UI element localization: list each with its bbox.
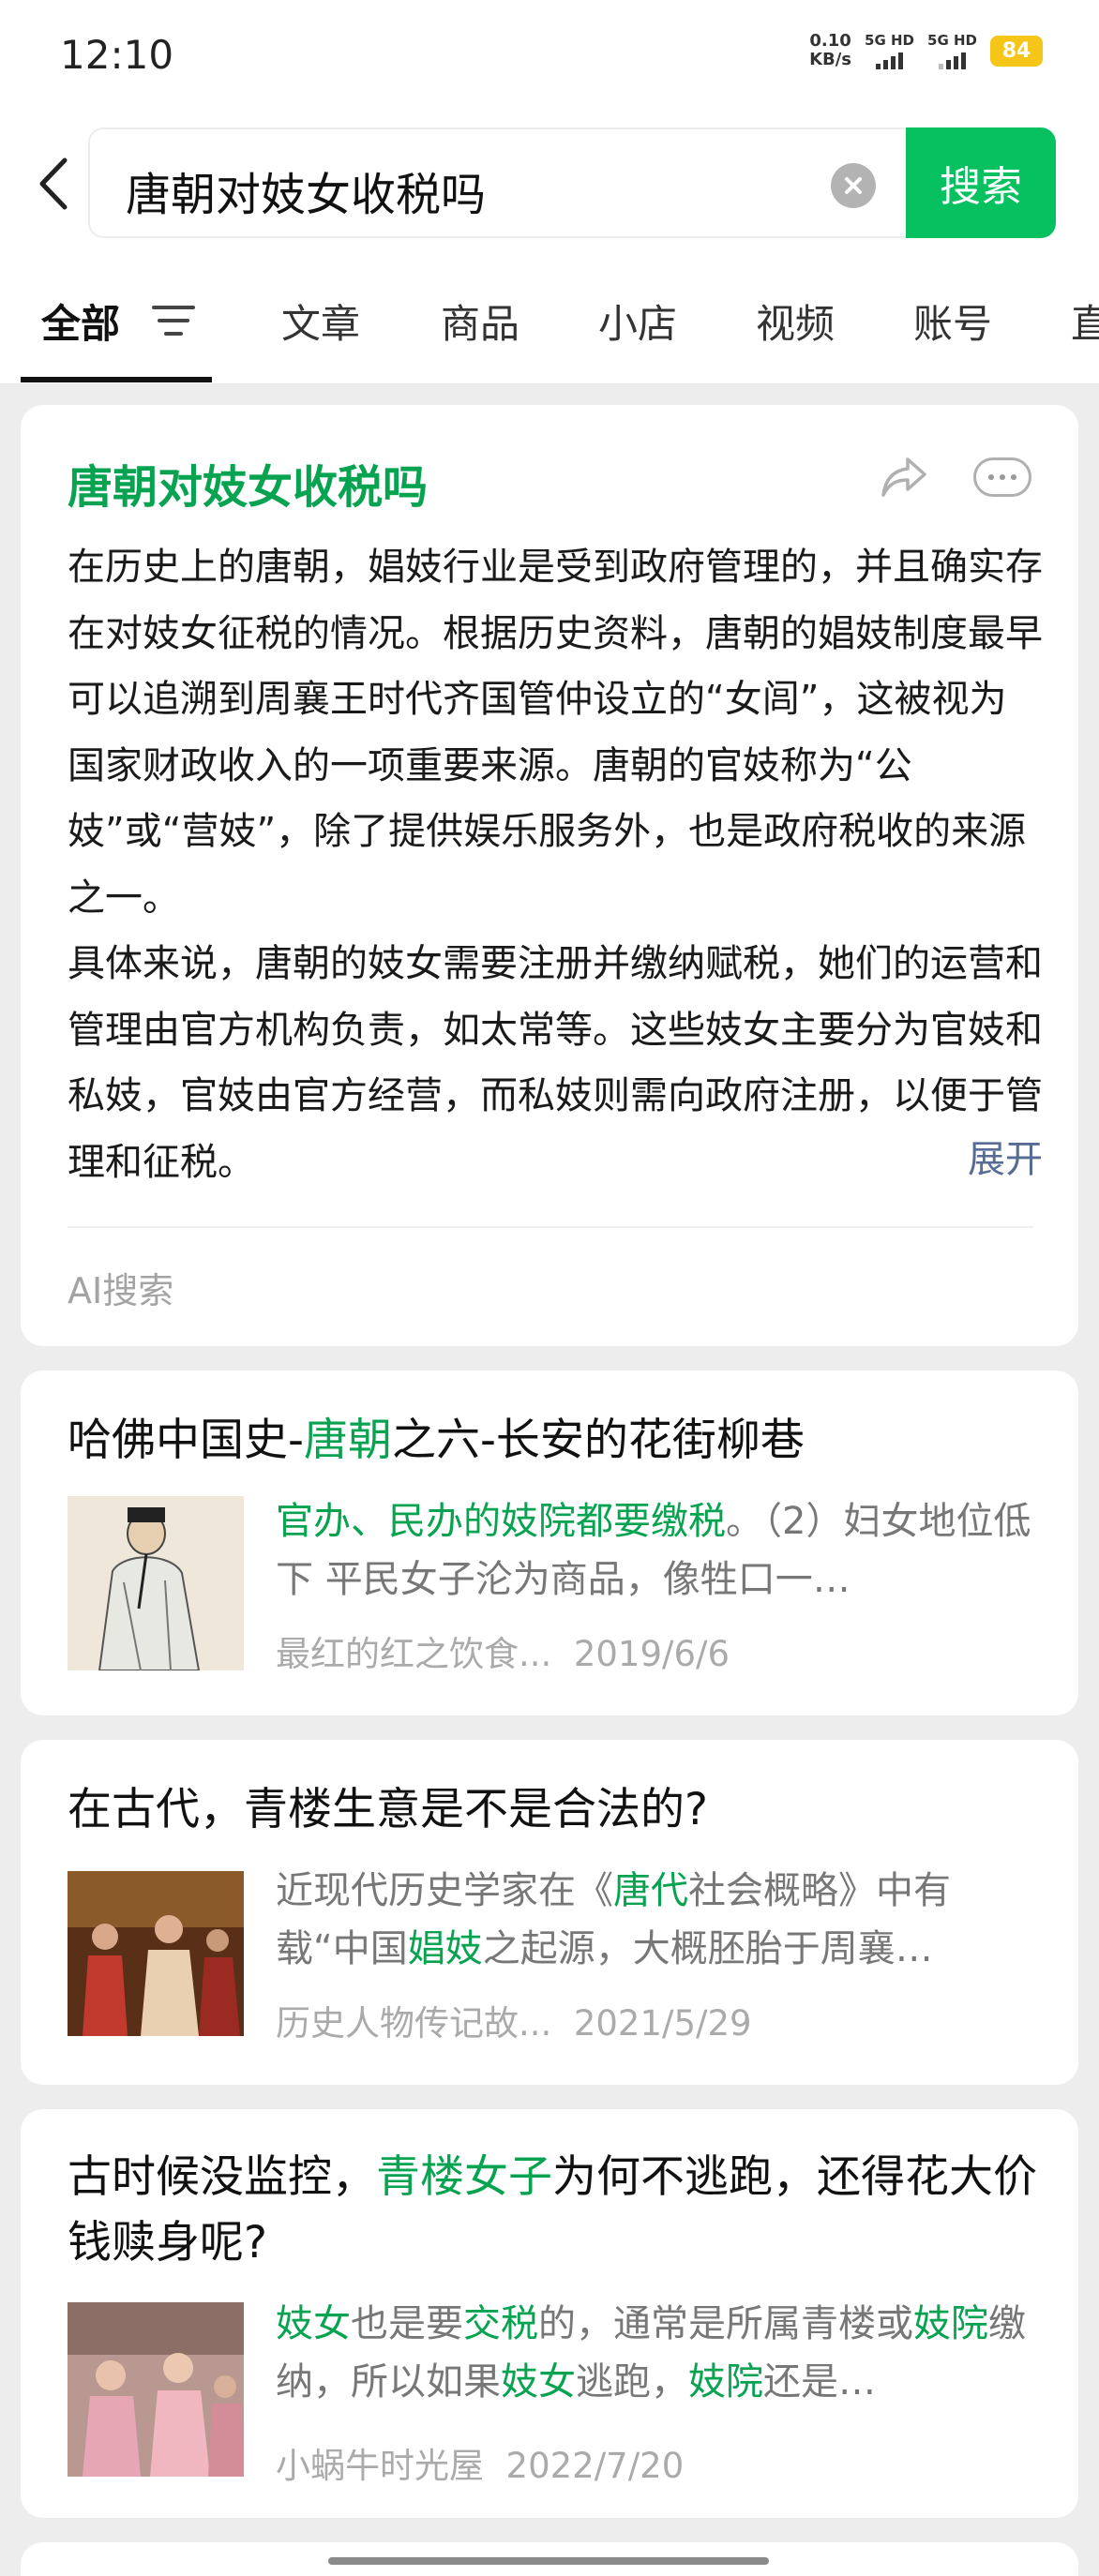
ai-answer-text: 在历史上的唐朝，娼妓行业是受到政府管理的，并且确实存在对妓女征税的情况。根据历史…	[68, 546, 1043, 1184]
drama-scene-still-icon	[68, 1871, 244, 2036]
tab-videos[interactable]: 视频	[756, 292, 835, 350]
chevron-left-icon	[39, 157, 68, 210]
share-icon[interactable]	[880, 454, 928, 501]
result-meta: 小蜗牛时光屋 2022/7/20	[276, 2446, 685, 2486]
tab-products[interactable]: 商品	[441, 292, 519, 350]
filter-icon[interactable]	[150, 302, 197, 339]
active-tab-indicator	[21, 377, 212, 382]
tang-scholar-painting-icon	[68, 1496, 244, 1670]
home-indicator[interactable]	[328, 2557, 769, 2565]
result-meta: 历史人物传记故... 2021/5/29	[276, 2003, 752, 2044]
ai-card-title[interactable]: 唐朝对妓女收税吗	[68, 450, 428, 516]
search-header: 唐朝对妓女收税吗 搜索	[0, 112, 1099, 262]
tab-shops[interactable]: 小店	[598, 292, 677, 350]
search-input[interactable]: 唐朝对妓女收税吗	[88, 127, 906, 238]
status-icons: 0.10 KB/s 5G HD 5G HD 84	[809, 32, 1043, 69]
result-snippet: 近现代历史学家在《唐代社会概略》中有载“中国娼妓之起源，大概胚胎于周襄…	[276, 1869, 951, 1970]
result-card[interactable]: 哈佛中国史-唐朝之六-长安的花街柳巷 官办、民办的妓院都要缴税。（2）妇女地位低…	[21, 1370, 1078, 1715]
more-options-icon[interactable]	[973, 457, 1031, 497]
ai-search-label[interactable]: AI搜索	[68, 1262, 173, 1313]
result-thumbnail[interactable]	[68, 2302, 244, 2477]
result-card[interactable]: 古时候没监控，青楼女子为何不逃跑，还得花大价钱赎身呢? 妓女也是要交税的，通常是…	[21, 2109, 1078, 2518]
search-query[interactable]: 唐朝对妓女收税吗	[126, 157, 486, 223]
tab-live[interactable]: 直	[1071, 292, 1099, 350]
result-snippet: 妓女也是要交税的，通常是所属青楼或妓院缴纳，所以如果妓女逃跑，妓院还是…	[276, 2302, 1026, 2404]
tab-articles[interactable]: 文章	[281, 292, 360, 350]
divider	[68, 1226, 1033, 1228]
ai-answer-card[interactable]: 唐朝对妓女收税吗 在历史上的唐朝，娼妓行业是受到政府管理的，并且确实存在对妓女征…	[21, 405, 1078, 1346]
result-thumbnail[interactable]	[68, 1871, 244, 2036]
status-bar: 12:10 0.10 KB/s 5G HD 5G HD 84	[0, 0, 1099, 112]
network-speed: 0.10 KB/s	[809, 31, 852, 69]
search-button[interactable]: 搜索	[906, 127, 1056, 238]
battery-icon: 84	[990, 35, 1043, 67]
expand-button[interactable]: 展开	[968, 1129, 1043, 1183]
result-snippet: 官办、民办的妓院都要缴税。（2）妇女地位低下 平民女子沦为商品，像牲口一…	[276, 1500, 1031, 1601]
signal-icon-sim1: 5G HD	[865, 32, 914, 69]
tab-bar: 全部 文章 商品 小店 视频 账号 直	[0, 262, 1099, 384]
status-time: 12:10	[60, 32, 174, 78]
result-meta: 最红的红之饮食... 2019/6/6	[276, 1634, 730, 1674]
costume-drama-still-icon	[68, 2302, 244, 2477]
back-button[interactable]	[34, 156, 71, 212]
result-thumbnail[interactable]	[68, 1496, 244, 1670]
result-title[interactable]: 哈佛中国史-唐朝之六-长安的花街柳巷	[68, 1408, 1043, 1474]
close-icon	[845, 177, 862, 194]
clear-button[interactable]	[831, 163, 876, 208]
result-title[interactable]: 在古代，青楼生意是不是合法的?	[68, 1777, 1043, 1843]
tab-all[interactable]: 全部	[41, 292, 120, 350]
result-title[interactable]: 古时候没监控，青楼女子为何不逃跑，还得花大价钱赎身呢?	[68, 2145, 1043, 2276]
signal-icon-sim2: 5G HD	[927, 32, 977, 69]
tab-accounts[interactable]: 账号	[913, 292, 992, 350]
result-card[interactable]: 在古代，青楼生意是不是合法的? 近现代历史学家在《唐代社会概略》中有载“中国娼妓…	[21, 1740, 1078, 2085]
